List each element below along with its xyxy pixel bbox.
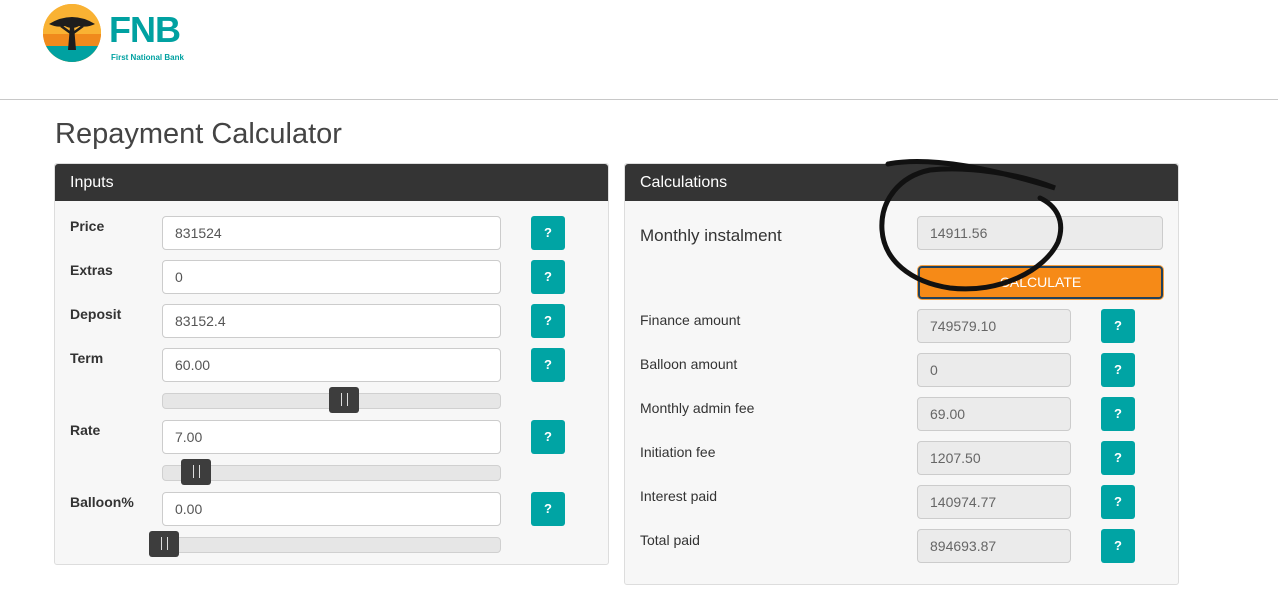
monthly-instalment-value: 14911.56 [917, 216, 1163, 250]
finance-amount-label: Finance amount [640, 312, 741, 328]
balloon-slider[interactable] [149, 531, 501, 557]
brand-tagline: First National Bank [111, 53, 184, 62]
balloon-slider-handle[interactable] [149, 531, 179, 557]
term-slider-handle[interactable] [328, 387, 359, 413]
finance-amount-help-button[interactable]: ? [1101, 309, 1135, 343]
brand-name: FNB [109, 9, 181, 50]
rate-label: Rate [70, 422, 101, 438]
balloon-amount-value: 0 [917, 353, 1071, 387]
monthly-admin-fee-value: 69.00 [917, 397, 1071, 431]
inputs-panel: Inputs Price 831524 ? Extras 0 ? Deposit… [54, 163, 609, 565]
balloon-help-button[interactable]: ? [531, 492, 565, 526]
page-title: Repayment Calculator [55, 118, 342, 150]
rate-slider-handle[interactable] [181, 459, 212, 485]
term-help-button[interactable]: ? [531, 348, 565, 382]
monthly-admin-fee-help-button[interactable]: ? [1101, 397, 1135, 431]
rate-input[interactable]: 7.00 [162, 420, 501, 454]
term-label: Term [70, 350, 104, 366]
finance-amount-value: 749579.10 [917, 309, 1071, 343]
interest-paid-label: Interest paid [640, 488, 718, 504]
price-help-button[interactable]: ? [531, 216, 565, 250]
price-input[interactable]: 831524 [162, 216, 501, 250]
balloon-amount-help-button[interactable]: ? [1101, 353, 1135, 387]
deposit-help-button[interactable]: ? [531, 304, 565, 338]
site-header: FNB First National Bank [0, 0, 1278, 100]
total-paid-help-button[interactable]: ? [1101, 529, 1135, 563]
rate-slider[interactable] [162, 459, 501, 485]
total-paid-value: 894693.87 [917, 529, 1071, 563]
extras-input[interactable]: 0 [162, 260, 501, 294]
deposit-input[interactable]: 83152.4 [162, 304, 501, 338]
initiation-fee-label: Initiation fee [640, 444, 716, 460]
term-slider[interactable] [162, 387, 501, 413]
monthly-admin-fee-label: Monthly admin fee [640, 400, 755, 416]
calculate-button[interactable]: CALCULATE [918, 266, 1163, 299]
balloon-amount-label: Balloon amount [640, 356, 738, 372]
extras-label: Extras [70, 262, 113, 278]
calculations-panel: Calculations Monthly instalment 14911.56… [624, 163, 1179, 585]
inputs-panel-header: Inputs [55, 164, 608, 201]
calculations-panel-header: Calculations [625, 164, 1178, 201]
monthly-instalment-label: Monthly instalment [640, 226, 782, 245]
balloon-percent-label: Balloon% [70, 494, 134, 510]
initiation-fee-value: 1207.50 [917, 441, 1071, 475]
rate-help-button[interactable]: ? [531, 420, 565, 454]
total-paid-label: Total paid [640, 532, 700, 548]
interest-paid-help-button[interactable]: ? [1101, 485, 1135, 519]
initiation-fee-help-button[interactable]: ? [1101, 441, 1135, 475]
term-input[interactable]: 60.00 [162, 348, 501, 382]
deposit-label: Deposit [70, 306, 122, 322]
acacia-tree-icon [43, 4, 101, 62]
fnb-logo[interactable]: FNB First National Bank [43, 4, 203, 64]
extras-help-button[interactable]: ? [531, 260, 565, 294]
interest-paid-value: 140974.77 [917, 485, 1071, 519]
price-label: Price [70, 218, 105, 234]
balloon-percent-input[interactable]: 0.00 [162, 492, 501, 526]
